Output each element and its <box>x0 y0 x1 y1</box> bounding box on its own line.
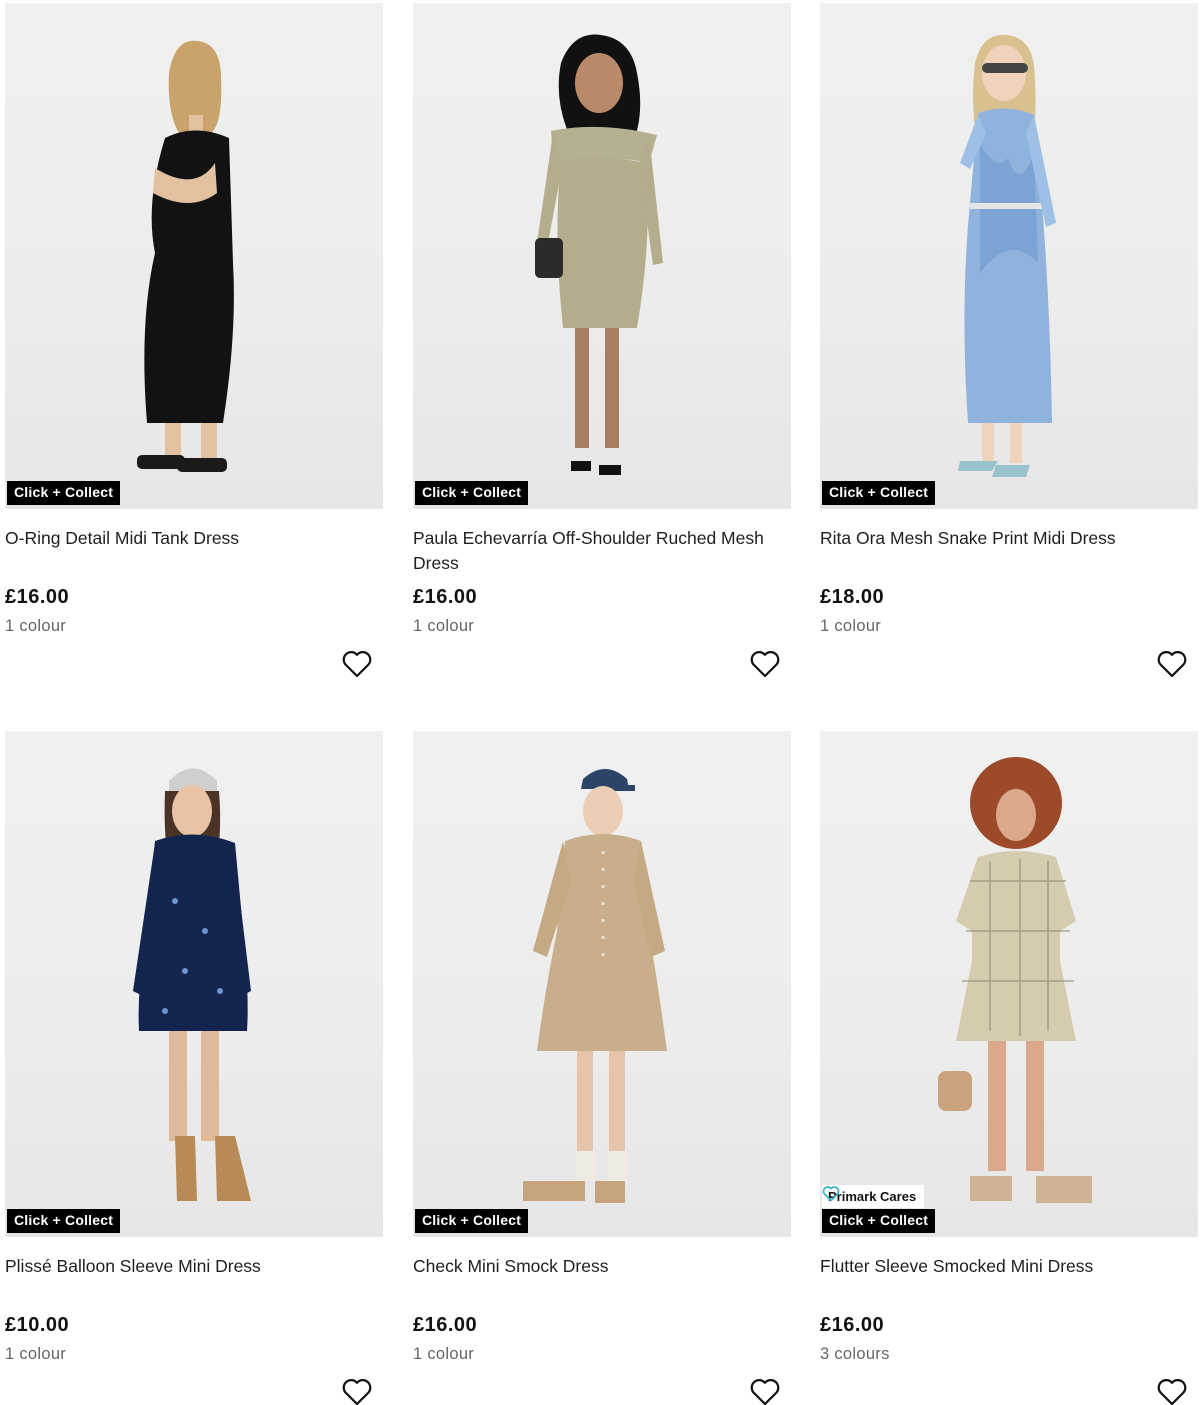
heart-outline-icon <box>750 651 780 678</box>
product-image[interactable]: Click + Collect <box>413 3 791 509</box>
heart-outline-icon <box>342 1379 372 1405</box>
product-title[interactable]: Check Mini Smock Dress <box>413 1254 785 1279</box>
product-price: £16.00 <box>413 1314 478 1336</box>
product-price: £16.00 <box>820 1314 885 1336</box>
colour-count: 1 colour <box>413 1345 475 1363</box>
click-collect-badge: Click + Collect <box>415 481 529 505</box>
product-card: Click + Collect Plissé Balloon Sleeve Mi… <box>5 731 383 1405</box>
primark-cares-badge: Primark Cares <box>822 1185 925 1208</box>
wishlist-button[interactable] <box>342 650 372 678</box>
product-image[interactable]: Primark Cares Click + Collect <box>820 731 1198 1237</box>
wishlist-button[interactable] <box>1157 1378 1187 1405</box>
model-photo <box>958 34 1056 477</box>
click-collect-badge: Click + Collect <box>822 481 936 505</box>
heart-icon <box>822 1186 840 1202</box>
product-price: £18.00 <box>820 586 885 608</box>
product-price: £16.00 <box>413 586 478 608</box>
product-image[interactable]: Click + Collect <box>5 731 383 1237</box>
model-photo <box>137 40 234 472</box>
product-card: Primark Cares Click + Collect Flutter Sl… <box>820 731 1198 1405</box>
product-image[interactable]: Click + Collect <box>820 3 1198 509</box>
heart-outline-icon <box>1157 1379 1187 1405</box>
product-card: Click + Collect O-Ring Detail Midi Tank … <box>5 3 383 703</box>
primark-cares-label: Primark Cares <box>828 1189 917 1204</box>
wishlist-button[interactable] <box>342 1378 372 1405</box>
product-image[interactable]: Click + Collect <box>413 731 791 1237</box>
click-collect-badge: Click + Collect <box>7 481 121 505</box>
wishlist-button[interactable] <box>1157 650 1187 678</box>
model-photo <box>133 768 251 1201</box>
model-photo <box>523 769 667 1203</box>
colour-count: 1 colour <box>5 1345 67 1363</box>
click-collect-badge: Click + Collect <box>7 1209 121 1233</box>
model-photo <box>938 757 1092 1203</box>
product-title[interactable]: Flutter Sleeve Smocked Mini Dress <box>820 1254 1192 1279</box>
product-title[interactable]: Rita Ora Mesh Snake Print Midi Dress <box>820 526 1192 551</box>
product-title[interactable]: O-Ring Detail Midi Tank Dress <box>5 526 377 551</box>
product-card: Click + Collect Check Mini Smock Dress £… <box>413 731 791 1405</box>
product-title[interactable]: Plissé Balloon Sleeve Mini Dress <box>5 1254 377 1279</box>
product-price: £16.00 <box>5 586 70 608</box>
model-photo <box>535 34 663 475</box>
product-image[interactable]: Click + Collect <box>5 3 383 509</box>
click-collect-badge: Click + Collect <box>822 1209 936 1233</box>
product-card: Click + Collect Rita Ora Mesh Snake Prin… <box>820 3 1198 703</box>
heart-outline-icon <box>1157 651 1187 678</box>
colour-count: 3 colours <box>820 1345 890 1363</box>
wishlist-button[interactable] <box>750 650 780 678</box>
colour-count: 1 colour <box>5 617 67 635</box>
product-grid: Click + Collect O-Ring Detail Midi Tank … <box>0 0 1200 1405</box>
product-title[interactable]: Paula Echevarría Off-Shoulder Ruched Mes… <box>413 526 785 576</box>
product-card: Click + Collect Paula Echevarría Off-Sho… <box>413 3 791 703</box>
heart-outline-icon <box>750 1379 780 1405</box>
colour-count: 1 colour <box>820 617 882 635</box>
colour-count: 1 colour <box>413 617 475 635</box>
click-collect-badge: Click + Collect <box>415 1209 529 1233</box>
product-price: £10.00 <box>5 1314 70 1336</box>
wishlist-button[interactable] <box>750 1378 780 1405</box>
heart-outline-icon <box>342 651 372 678</box>
